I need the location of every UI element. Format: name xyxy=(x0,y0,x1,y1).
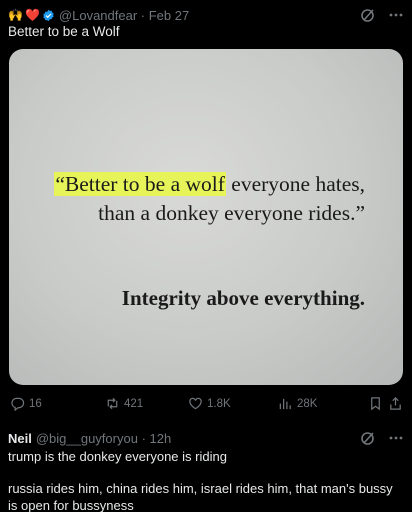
reply-time[interactable]: 12h xyxy=(150,431,172,446)
post-date[interactable]: Feb 27 xyxy=(149,8,189,23)
repost-button[interactable]: 421 xyxy=(105,396,143,411)
reply-text: trump is the donkey everyone is riding r… xyxy=(8,448,404,512)
share-icon xyxy=(390,397,401,410)
repost-icon xyxy=(107,397,118,410)
image-quote: “Better to be a wolf everyone hates, tha… xyxy=(45,170,365,228)
views-icon xyxy=(279,398,291,410)
reply-count: 16 xyxy=(29,397,42,410)
share-button[interactable] xyxy=(388,396,403,411)
author-handle-line[interactable]: @Lovandfear · Feb 27 xyxy=(59,8,189,23)
profile-emoji-group: 🙌 ❤️ xyxy=(8,9,55,22)
repost-count: 421 xyxy=(124,397,144,410)
header-actions xyxy=(360,7,404,23)
verified-badge-icon xyxy=(43,9,54,21)
reply-icon xyxy=(11,397,25,411)
views-count: 28K xyxy=(297,397,318,410)
views-button[interactable]: 28K xyxy=(278,396,317,411)
reply-post[interactable]: Neil @big__guyforyou · 12h trump is the … xyxy=(8,430,404,512)
separator-dot: · xyxy=(140,7,149,23)
like-icon xyxy=(189,397,202,410)
post-image[interactable]: “Better to be a wolf everyone hates, tha… xyxy=(9,49,403,385)
reply-header: Neil @big__guyforyou · 12h xyxy=(8,430,404,446)
reply-header-actions xyxy=(360,430,404,446)
reply-paragraph: russia rides him, china rides him, israe… xyxy=(8,481,393,512)
author-handle[interactable]: @Lovandfear xyxy=(59,8,137,23)
reply-meta: @big__guyforyou · 12h xyxy=(36,431,171,446)
hands-emoji-icon: 🙌 xyxy=(8,8,23,22)
post-text: Better to be a Wolf xyxy=(8,24,120,39)
bookmark-button[interactable] xyxy=(368,396,383,411)
image-tagline: Integrity above everything. xyxy=(121,286,365,310)
action-bar: 16 421 1.8K 28K xyxy=(8,396,404,414)
bookmark-icon xyxy=(371,397,380,411)
reply-paragraph: trump is the donkey everyone is riding xyxy=(8,449,227,464)
reply-author-handle[interactable]: @big__guyforyou xyxy=(36,431,138,446)
like-button[interactable]: 1.8K xyxy=(188,396,231,411)
grok-icon[interactable] xyxy=(360,430,376,446)
more-icon[interactable] xyxy=(388,7,404,23)
highlighted-quote-text: “Better to be a wolf xyxy=(54,172,226,196)
like-count: 1.8K xyxy=(207,397,231,410)
more-icon[interactable] xyxy=(388,430,404,446)
separator-dot: · xyxy=(141,430,150,446)
post-header: 🙌 ❤️ @Lovandfear · Feb 27 xyxy=(8,6,404,24)
reply-author-name[interactable]: Neil xyxy=(8,431,32,446)
reply-button[interactable]: 16 xyxy=(10,396,42,411)
heart-emoji-icon: ❤️ xyxy=(24,8,40,22)
grok-icon[interactable] xyxy=(360,7,376,23)
